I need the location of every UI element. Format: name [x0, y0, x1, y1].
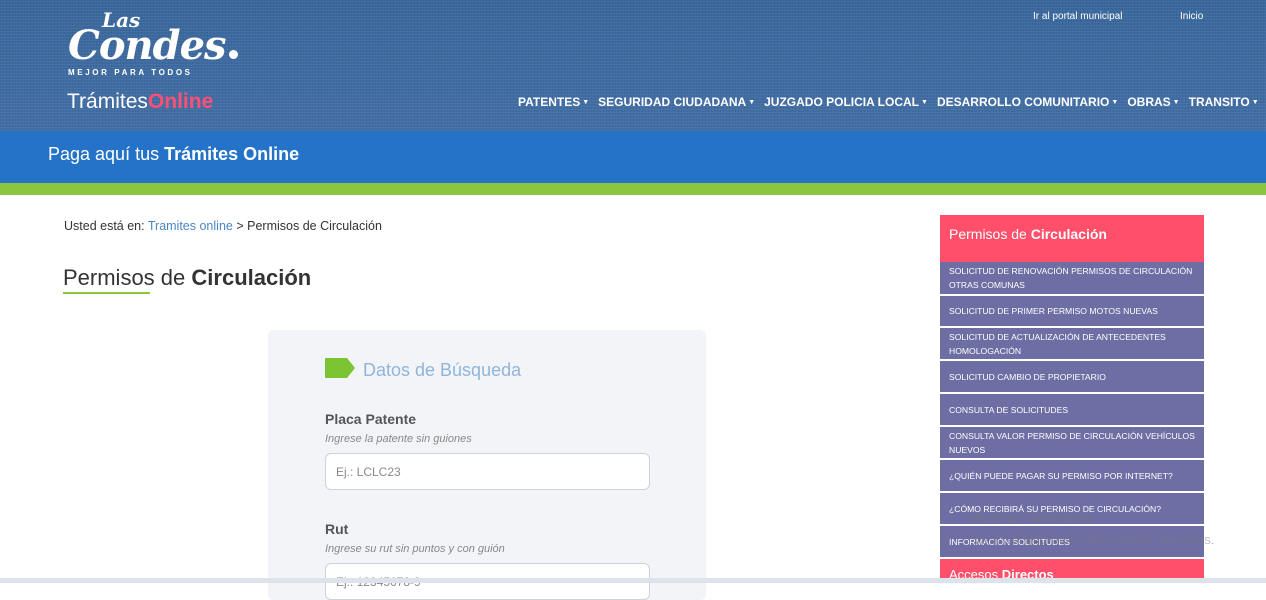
sidebar-item-consulta-solicitudes[interactable]: CONSULTA DE SOLICITUDES [940, 394, 1204, 427]
breadcrumb-current: Permisos de Circulación [247, 219, 382, 233]
tag-icon [325, 358, 355, 378]
plate-hint: Ingrese la patente sin guiones [325, 433, 472, 445]
caret-down-icon: ▼ [748, 99, 756, 106]
nav-juzgado[interactable]: JUZGADO POLICIA LOCAL ▼ [764, 95, 928, 109]
green-divider [0, 183, 1266, 195]
sidebar-title-light: Permisos de [949, 226, 1027, 242]
logo-dot-icon [228, 50, 238, 59]
nav-patentes-label: PATENTES [518, 95, 581, 109]
plate-label: Placa Patente [325, 411, 417, 427]
windows-watermark-subtitle: Ve a Configuración para activar Windows. [973, 532, 1215, 547]
plate-input[interactable] [325, 453, 650, 490]
caret-down-icon: ▼ [1172, 99, 1180, 106]
nav-juzgado-label: JUZGADO POLICIA LOCAL [764, 95, 920, 109]
horizontal-scrollbar[interactable] [0, 578, 1266, 583]
nav-obras[interactable]: OBRAS ▼ [1127, 95, 1179, 109]
tramites-online-logo[interactable]: TrámitesOnline [67, 90, 213, 114]
breadcrumb: Usted está en: Tramites online > Permiso… [64, 219, 382, 233]
caret-down-icon: ▼ [1251, 99, 1259, 106]
breadcrumb-prefix: Usted está en: [64, 219, 145, 233]
sidebar-title: Permisos de Circulación [940, 215, 1204, 262]
banner-light-text: Paga aquí tus [48, 144, 160, 164]
sidebar-item-motos[interactable]: SOLICITUD DE PRIMER PERMISO MOTOS NUEVAS [940, 296, 1204, 328]
sidebar-item-renovacion[interactable]: SOLICITUD DE RENOVACIÓN PERMISOS DE CIRC… [940, 262, 1204, 296]
nav-desarrollo-label: DESARROLLO COMUNITARIO [936, 95, 1110, 109]
tramites-light-text: Trámites [67, 90, 148, 113]
nav-transito[interactable]: TRANSITO ▼ [1189, 95, 1259, 109]
nav-obras-label: OBRAS [1127, 95, 1171, 109]
page-title-light: Permisos de [63, 265, 186, 290]
windows-watermark-title: Activar Windows [973, 510, 1092, 527]
portal-municipal-link[interactable]: Ir al portal municipal [1033, 11, 1122, 22]
logo-tagline: MEJOR PARA TODOS [68, 68, 193, 77]
tramites-bold-text: Online [147, 90, 214, 113]
tramites-banner: Paga aquí tus Trámites Online [0, 131, 1266, 183]
caret-down-icon: ▼ [582, 99, 590, 106]
logo-condes-text: Condes [68, 22, 227, 69]
nav-seguridad-label: SEGURIDAD CIUDADANA [598, 95, 747, 109]
nav-seguridad[interactable]: SEGURIDAD CIUDADANA ▼ [598, 95, 755, 109]
rut-label: Rut [325, 521, 349, 537]
page-title-underline [63, 292, 150, 294]
sidebar-title-bold: Circulación [1030, 226, 1107, 242]
breadcrumb-link-tramites[interactable]: Tramites online [148, 219, 233, 233]
sidebar-item-homologacion[interactable]: SOLICITUD DE ACTUALIZACIÓN DE ANTECEDENT… [940, 328, 1204, 361]
sidebar-item-quien-paga[interactable]: ¿QUIÉN PUEDE PAGAR SU PERMISO POR INTERN… [940, 460, 1204, 493]
caret-down-icon: ▼ [1111, 99, 1119, 106]
form-title: Datos de Búsqueda [363, 360, 522, 380]
inicio-link[interactable]: Inicio [1180, 11, 1203, 22]
breadcrumb-separator: > [236, 219, 244, 233]
sidebar-item-valor-permiso[interactable]: CONSULTA VALOR PERMISO DE CIRCULACIÓN VE… [940, 427, 1204, 460]
sidebar-item-cambio-propietario[interactable]: SOLICITUD CAMBIO DE PROPIETARIO [940, 361, 1204, 394]
las-condes-logo[interactable]: Las Condes MEJOR PARA TODOS [68, 8, 238, 77]
logo-las-text: Las [102, 8, 141, 32]
main-nav: PATENTES ▼ SEGURIDAD CIUDADANA ▼ JUZGADO P… [518, 95, 1266, 109]
nav-patentes[interactable]: PATENTES ▼ [518, 95, 589, 109]
page-title: Permisos de Circulación [63, 265, 311, 291]
site-header: Las Condes MEJOR PARA TODOS TrámitesOnli… [0, 0, 1266, 131]
caret-down-icon: ▼ [921, 99, 928, 106]
nav-transito-label: TRANSITO [1188, 95, 1250, 109]
rut-hint: Ingrese su rut sin puntos y con guión [325, 543, 505, 555]
page-title-bold: Circulación [191, 265, 312, 290]
banner-bold-text: Trámites Online [164, 144, 300, 164]
nav-desarrollo[interactable]: DESARROLLO COMUNITARIO ▼ [937, 95, 1118, 109]
